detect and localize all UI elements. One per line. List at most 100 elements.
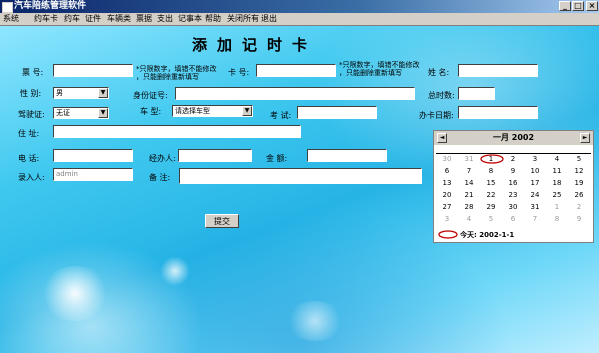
calendar-day[interactable]: 25 [546, 191, 568, 200]
idcard-field[interactable] [175, 87, 415, 100]
menu-help[interactable]: 帮助 [205, 13, 221, 25]
calendar-day[interactable]: 5 [568, 155, 590, 164]
calendar-day[interactable]: 31 [524, 203, 546, 212]
exam-field[interactable] [297, 106, 377, 119]
calendar-day[interactable]: 2 [568, 203, 590, 212]
calendar-day[interactable]: 6 [436, 167, 458, 176]
calendar-day[interactable]: 23 [502, 191, 524, 200]
card-number-field[interactable] [256, 64, 336, 77]
calendar-next-button[interactable]: ► [580, 133, 590, 143]
calendar-day[interactable]: 3 [524, 155, 546, 164]
calendar-day[interactable]: 29 [480, 203, 502, 212]
today-circle-icon [438, 230, 458, 239]
calendar-day[interactable]: 4 [546, 155, 568, 164]
idcard-label: 身份证号: [133, 91, 168, 100]
calendar-day[interactable]: 13 [436, 179, 458, 188]
gender-select[interactable]: 男 ▼ [53, 87, 109, 99]
calendar-day[interactable]: 16 [502, 179, 524, 188]
page-title: 添加记时卡 [192, 36, 318, 54]
total-hours-label: 总时数: [428, 91, 455, 100]
license-select[interactable]: 无证 ▼ [53, 107, 109, 119]
menu-receipts[interactable]: 票据 [136, 13, 152, 25]
calendar-day[interactable]: 5 [480, 215, 502, 224]
gender-value: 男 [56, 89, 63, 97]
submit-button[interactable]: 提交 [205, 214, 239, 228]
calendar-day[interactable]: 7 [524, 215, 546, 224]
calendar-day[interactable]: 8 [546, 215, 568, 224]
calendar-day[interactable]: 27 [436, 203, 458, 212]
calendar-day[interactable]: 18 [546, 179, 568, 188]
menu-booking-card[interactable]: 约车卡 [34, 13, 58, 25]
calendar-day[interactable]: 28 [458, 203, 480, 212]
minimize-button[interactable]: _ [559, 1, 571, 11]
handler-field[interactable] [178, 149, 252, 162]
menu-documents[interactable]: 证件 [85, 13, 101, 25]
calendar-day[interactable]: 30 [436, 155, 458, 164]
ticket-label: 票 号: [22, 68, 44, 77]
calendar-day[interactable]: 6 [502, 215, 524, 224]
remark-field[interactable] [179, 168, 422, 184]
handler-label: 经办人: [149, 154, 176, 163]
chevron-down-icon[interactable]: ▼ [98, 108, 108, 118]
address-field[interactable] [53, 125, 301, 138]
calendar-day[interactable]: 12 [568, 167, 590, 176]
close-button[interactable]: × [586, 1, 598, 11]
light-flare [285, 301, 345, 341]
calendar-today-link[interactable]: 今天: 2002-1-1 [460, 230, 514, 240]
calendar-day[interactable]: 19 [568, 179, 590, 188]
calendar-day[interactable]: 15 [480, 179, 502, 188]
calendar-day[interactable]: 9 [502, 167, 524, 176]
calendar-day[interactable]: 3 [436, 215, 458, 224]
ticket-note-line2: ，只能删除重新填写 [136, 73, 199, 81]
card-date-field[interactable] [458, 106, 538, 119]
calendar-day[interactable]: 21 [458, 191, 480, 200]
card-label: 卡 号: [228, 68, 250, 77]
calendar-day[interactable]: 10 [524, 167, 546, 176]
calendar-day[interactable]: 11 [546, 167, 568, 176]
total-hours-field[interactable] [458, 87, 495, 100]
amount-label: 金 额: [266, 154, 288, 163]
today-circle-marker [480, 154, 504, 164]
menu-expenses[interactable]: 支出 [157, 13, 173, 25]
menu-exit[interactable]: 退出 [261, 13, 277, 25]
menu-booking[interactable]: 约车 [64, 13, 80, 25]
menu-vehicle-types[interactable]: 车辆类 [107, 13, 131, 25]
calendar-day[interactable]: 9 [568, 215, 590, 224]
entered-by-label: 录入人: [18, 173, 45, 182]
calendar-day[interactable]: 20 [436, 191, 458, 200]
calendar-day[interactable]: 8 [480, 167, 502, 176]
phone-field[interactable] [53, 149, 133, 162]
menu-system[interactable]: 系统 [3, 13, 19, 25]
calendar-month-title[interactable]: 一月 2002 [434, 132, 593, 144]
calendar-day[interactable]: 14 [458, 179, 480, 188]
chevron-down-icon[interactable]: ▼ [242, 106, 252, 116]
amount-field[interactable] [307, 149, 387, 162]
card-note-line1: *只限数字，填错不能修改 [339, 61, 420, 69]
maximize-button[interactable]: □ [572, 1, 584, 11]
calendar-day[interactable]: 22 [480, 191, 502, 200]
gender-label: 性 别: [20, 89, 42, 98]
menu-close-all[interactable]: 关闭所有 [227, 13, 259, 25]
calendar-day[interactable]: 26 [568, 191, 590, 200]
entered-by-field[interactable]: admin [53, 168, 133, 181]
license-label: 驾驶证: [18, 110, 45, 119]
ticket-number-field[interactable] [53, 64, 133, 77]
calendar-day[interactable]: 2 [502, 155, 524, 164]
car-type-value: 请选择车型 [175, 107, 210, 115]
car-type-select[interactable]: 请选择车型 ▼ [172, 105, 253, 117]
date-calendar[interactable]: ◄ 一月 2002 ► 30 31 1 2 3 4 5 6 7 8 9 10 11 12 13 14 15 16 1… [433, 130, 594, 243]
calendar-day[interactable]: 4 [458, 215, 480, 224]
calendar-day[interactable]: 7 [458, 167, 480, 176]
light-flare [40, 266, 110, 321]
calendar-day[interactable]: 31 [458, 155, 480, 164]
calendar-day[interactable]: 30 [502, 203, 524, 212]
calendar-day[interactable]: 17 [524, 179, 546, 188]
calendar-day[interactable]: 1 [546, 203, 568, 212]
calendar-day[interactable]: 24 [524, 191, 546, 200]
license-value: 无证 [56, 109, 70, 117]
window-title: 汽车陪练管理软件 [14, 1, 87, 11]
name-field[interactable] [458, 64, 538, 77]
light-flare [160, 256, 190, 286]
chevron-down-icon[interactable]: ▼ [98, 88, 108, 98]
menu-notepad[interactable]: 记事本 [178, 13, 202, 25]
